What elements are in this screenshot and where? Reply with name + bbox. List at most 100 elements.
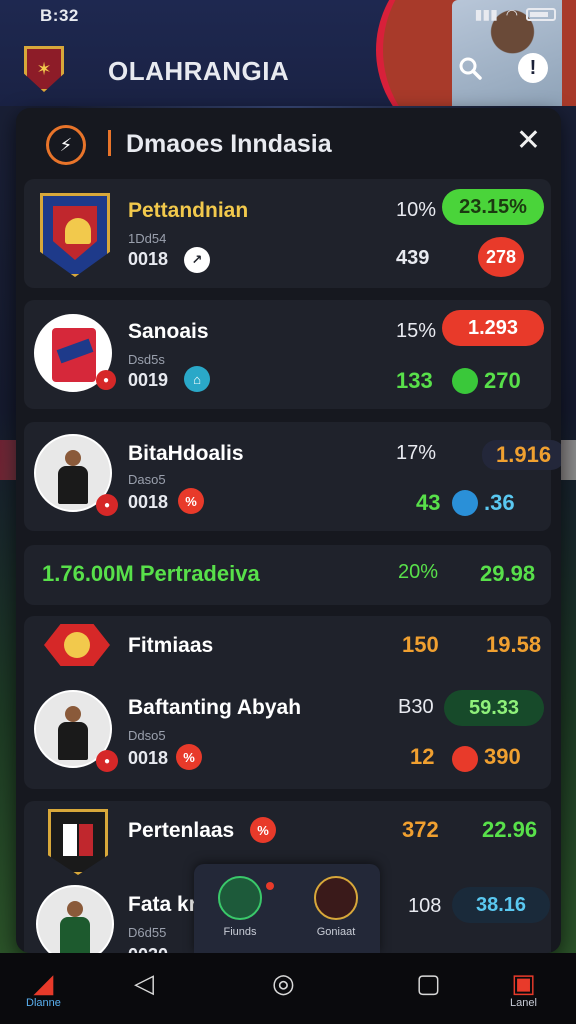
status-dot	[452, 746, 478, 772]
item-number: 0019	[128, 370, 169, 390]
value-pill[interactable]: 23.15%	[442, 189, 544, 225]
item-name: Pertenlaas	[128, 819, 235, 842]
app-header: B:32 ▮▮▮ ◠ ✶ OLAHRANGIA !	[0, 0, 576, 106]
item-stat: 12	[410, 744, 435, 769]
item-sub: Daso5	[128, 472, 166, 487]
item-stat: 439	[396, 247, 430, 269]
status-dot	[452, 490, 478, 516]
nav-recents[interactable]: ▢	[416, 969, 441, 997]
percent-icon: %	[176, 744, 202, 770]
list-item[interactable]: ● Sanoais Dsd5s 0019 ⌂ 15% 1.293 133 270	[24, 300, 551, 409]
summary-label: 1.76.00M Pertradeiva	[42, 561, 260, 586]
item-percent: 15%	[396, 320, 437, 342]
item-percent: 150	[402, 632, 439, 657]
team-crest	[48, 809, 108, 875]
sport-icon: ⚡	[46, 125, 86, 165]
nav-profile-label: Lanel	[510, 997, 537, 1009]
rankings-panel: ⚡ Dmaoes Inndasia ✕ Pettandnian 1Dd54 00…	[16, 108, 561, 953]
team-crest	[44, 624, 110, 666]
panel-title: Dmaoes Inndasia	[126, 130, 332, 158]
status-time: B:32	[40, 6, 79, 25]
info-icon: !	[529, 56, 537, 79]
item-value: 19.58	[486, 632, 542, 657]
search-icon	[459, 57, 482, 80]
quick-action-right-label: Goniaat	[316, 926, 356, 938]
item-name: BitaHdoalis	[128, 442, 244, 465]
nav-home[interactable]: ◢ Dlanne	[26, 969, 61, 1009]
circle-icon: ◎	[272, 968, 295, 998]
item-sub: 1Dd54	[128, 231, 167, 246]
item-percent: 372	[402, 817, 439, 842]
item-sub: Dsd5s	[128, 352, 165, 367]
share-icon: ⌂	[184, 366, 210, 392]
item-percent: B30	[398, 696, 434, 718]
app-title: OLAHRANGIA	[108, 56, 290, 86]
item-percent: 17%	[396, 442, 437, 464]
item-value: 390	[484, 744, 521, 769]
item-stat: 43	[416, 490, 441, 515]
item-value: 22.96	[482, 817, 538, 842]
item-name: Fata kr	[128, 893, 197, 916]
summary-percent: 20%	[398, 561, 439, 583]
item-number: 0018	[128, 748, 169, 768]
battery-icon	[526, 8, 556, 21]
item-stat: 133	[396, 368, 433, 393]
team-crest	[40, 193, 110, 277]
panel-header: ⚡ Dmaoes Inndasia ✕	[16, 108, 561, 178]
summary-row[interactable]: 1.76.00M Pertradeiva 20% 29.98	[24, 545, 551, 605]
item-name: Sanoais	[128, 320, 209, 343]
value-pill[interactable]: 59.33	[444, 690, 544, 726]
value-pill[interactable]: 38.16	[452, 887, 550, 923]
home-icon: ◢	[33, 968, 54, 998]
value-pill[interactable]: 1.293	[442, 310, 544, 346]
player-avatar	[36, 885, 114, 953]
score-badge[interactable]: 278	[478, 237, 524, 277]
item-sub: D6d55	[128, 925, 167, 940]
crest-icon	[314, 876, 358, 920]
notification-dot	[266, 882, 274, 890]
team-flag-icon: ●	[96, 494, 118, 516]
close-button[interactable]: ✕	[516, 126, 541, 156]
percent-icon: %	[250, 817, 276, 843]
nav-profile[interactable]: ▣ Lanel	[510, 969, 537, 1009]
value-pill[interactable]: 1.916	[482, 440, 561, 470]
back-icon: ◁	[134, 968, 154, 998]
team-flag-icon: ●	[96, 750, 118, 772]
info-button[interactable]: !	[518, 53, 548, 83]
nav-back[interactable]: ◁	[134, 969, 154, 997]
app-logo: ✶	[24, 46, 64, 92]
item-number: 0018	[128, 249, 169, 269]
list-item[interactable]: Pettandnian 1Dd54 0018 ↗ 10% 23.15% 439 …	[24, 179, 551, 288]
item-number: 0030	[128, 945, 168, 953]
status-dot	[452, 368, 478, 394]
item-name: Baftanting Abyah	[128, 696, 302, 719]
quick-action-right[interactable]: Goniaat	[306, 876, 366, 938]
item-value: .36	[484, 490, 515, 515]
nav-home-button[interactable]: ◎	[272, 969, 295, 997]
quick-action-left-label: Fiunds	[223, 926, 257, 938]
quick-actions-panel: Fiunds Goniaat	[194, 864, 380, 954]
percent-icon: %	[178, 488, 204, 514]
trend-icon: ↗	[184, 247, 210, 273]
profile-icon: ▣	[511, 968, 536, 998]
nav-home-label: Dlanne	[26, 997, 61, 1009]
item-percent: 10%	[396, 199, 437, 221]
square-icon: ▢	[416, 968, 441, 998]
item-name: Pettandnian	[128, 199, 249, 222]
list-item[interactable]: ● BitaHdoalis Daso5 0018 % 17% 1.916 43 …	[24, 422, 561, 531]
header-divider	[108, 130, 111, 156]
item-value: 270	[484, 368, 521, 393]
status-icons: ▮▮▮ ◠	[475, 6, 556, 23]
signal-icon: ▮▮▮	[474, 6, 498, 22]
search-button[interactable]	[452, 50, 488, 86]
team-flag-icon: ●	[96, 370, 116, 390]
summary-value: 29.98	[480, 561, 536, 586]
item-percent: 108	[408, 895, 442, 917]
item-number: 0018	[128, 492, 169, 512]
quick-action-left[interactable]: Fiunds	[210, 876, 270, 938]
pen-icon	[218, 876, 262, 920]
item-name: Fitmiaas	[128, 634, 214, 657]
item-sub: Ddso5	[128, 728, 166, 743]
list-item[interactable]: Fitmiaas 150 19.58 ● Baftanting Abyah Dd…	[24, 616, 551, 789]
wifi-icon: ◠	[505, 6, 518, 22]
